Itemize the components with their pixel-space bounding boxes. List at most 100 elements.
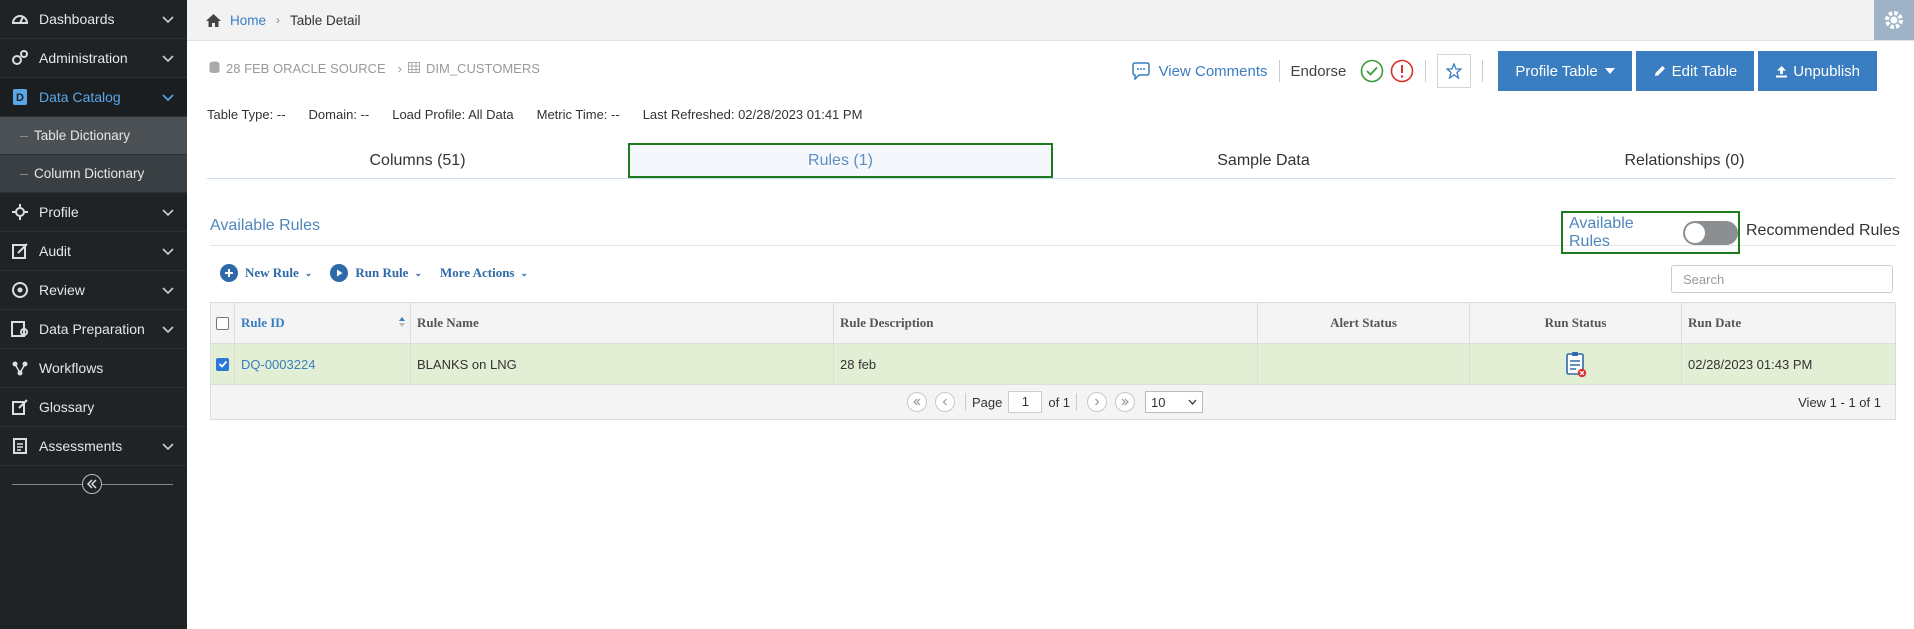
- sidebar-item-audit[interactable]: Audit: [0, 232, 187, 271]
- page-total: of 1: [1048, 394, 1071, 410]
- row-select-cell: [211, 344, 235, 384]
- chevron-down-icon: ⌄: [414, 267, 422, 278]
- action-bar: View Comments Endorse Profile Table Edit…: [1131, 51, 1877, 91]
- rules-toggle-switch[interactable]: [1683, 220, 1738, 245]
- page-size-select[interactable]: 10: [1145, 391, 1204, 413]
- cell-alert-status: [1258, 344, 1470, 384]
- edit-table-button[interactable]: Edit Table: [1635, 51, 1755, 91]
- chevron-down-icon: [1188, 399, 1197, 405]
- meta-domain: Domain: --: [308, 107, 370, 122]
- comment-icon: [1131, 62, 1150, 80]
- view-count: View 1 - 1 of 1: [1798, 395, 1881, 410]
- more-actions-button[interactable]: More Actions ⌄: [440, 265, 528, 281]
- rule-id-link[interactable]: DQ-0003224: [241, 357, 315, 372]
- svg-text:D: D: [16, 92, 24, 104]
- pencil-icon: [1654, 66, 1665, 76]
- sidebar-item-data-catalog[interactable]: D Data Catalog: [0, 78, 187, 117]
- column-header-rule-name[interactable]: Rule Name: [411, 303, 834, 343]
- check-icon: [218, 360, 227, 368]
- column-header-run-date[interactable]: Run Date: [1682, 303, 1895, 343]
- column-header-rule-id[interactable]: Rule ID: [235, 303, 411, 343]
- first-page-button[interactable]: [906, 392, 927, 412]
- toggle-label-available: Available Rules: [1569, 214, 1634, 250]
- new-rule-label: New Rule: [245, 265, 299, 280]
- select-all-cell: [211, 303, 235, 343]
- new-rule-button[interactable]: New Rule ⌄: [220, 264, 312, 282]
- main-content: 28 FEB ORACLE SOURCE › DIM_CUSTOMERS Vie…: [187, 41, 1914, 629]
- tab-columns[interactable]: Columns (51): [207, 143, 628, 178]
- upload-icon: [1776, 65, 1788, 77]
- rules-grid: Rule ID Rule Name Rule Description Alert…: [210, 302, 1896, 420]
- sidebar-item-label: Assessments: [39, 438, 123, 454]
- profile-table-button[interactable]: Profile Table: [1498, 51, 1632, 91]
- divider: [1278, 60, 1280, 82]
- sidebar-item-label: Workflows: [39, 360, 104, 376]
- last-page-button[interactable]: [1115, 392, 1136, 412]
- column-header-alert-status[interactable]: Alert Status: [1258, 303, 1470, 343]
- gears-icon: [10, 48, 30, 68]
- sidebar-item-label: Review: [39, 282, 85, 298]
- favorite-button[interactable]: [1437, 54, 1472, 88]
- sidebar-item-review[interactable]: Review: [0, 271, 187, 310]
- tab-rules[interactable]: Rules (1): [628, 143, 1053, 178]
- collapse-sidebar-button[interactable]: [82, 474, 102, 494]
- column-header-rule-description[interactable]: Rule Description: [834, 303, 1258, 343]
- meta-table-type: Table Type: --: [207, 107, 286, 122]
- cell-rule-description: 28 feb: [834, 344, 1258, 384]
- sidebar-item-dashboards[interactable]: Dashboards: [0, 0, 187, 39]
- prev-page-button[interactable]: [934, 392, 955, 412]
- search-input[interactable]: [1671, 265, 1893, 293]
- endorse-warning-icon[interactable]: [1390, 59, 1414, 83]
- sidebar-item-profile[interactable]: Profile: [0, 193, 187, 232]
- sidebar-item-assessments[interactable]: Assessments: [0, 427, 187, 466]
- endorse-approve-icon[interactable]: [1360, 59, 1384, 83]
- caret-down-icon: [1604, 68, 1615, 74]
- assessment-icon: [10, 436, 30, 456]
- select-all-checkbox[interactable]: [216, 316, 229, 330]
- chevron-right-icon: [1095, 398, 1100, 406]
- breadcrumb-separator-icon: ›: [276, 13, 281, 27]
- chevron-down-icon: [162, 248, 174, 256]
- meta-last-refreshed: Last Refreshed: 02/28/2023 01:41 PM: [642, 107, 863, 122]
- chevron-down-icon: [162, 443, 174, 451]
- home-icon[interactable]: [205, 13, 222, 28]
- chevron-down-icon: [162, 209, 174, 217]
- data-prep-icon: [10, 319, 30, 339]
- run-rule-button[interactable]: Run Rule ⌄: [330, 264, 422, 282]
- table-name: DIM_CUSTOMERS: [426, 61, 540, 76]
- column-header-label: Rule ID: [241, 315, 285, 330]
- unpublish-button[interactable]: Unpublish: [1758, 51, 1877, 91]
- table-row[interactable]: DQ-0003224 BLANKS on LNG 28 feb 02/28/20…: [211, 344, 1895, 385]
- sidebar-item-administration[interactable]: Administration: [0, 39, 187, 78]
- workflow-icon: [10, 358, 30, 378]
- run-failed-icon[interactable]: [1564, 350, 1588, 378]
- audit-icon: [10, 241, 30, 261]
- view-comments-label: View Comments: [1158, 62, 1268, 80]
- chevron-left-icon: [942, 398, 947, 406]
- row-checkbox[interactable]: [216, 357, 229, 371]
- sidebar-item-data-preparation[interactable]: Data Preparation: [0, 310, 187, 349]
- top-bar: Home › Table Detail: [187, 0, 1914, 41]
- sidebar-collapse-row: [0, 466, 187, 502]
- breadcrumb-home-link[interactable]: Home: [230, 13, 266, 28]
- sidebar-item-label: Data Catalog: [39, 89, 121, 105]
- settings-button[interactable]: [1874, 0, 1914, 40]
- tab-relationships[interactable]: Relationships (0): [1474, 143, 1895, 178]
- source-name[interactable]: 28 FEB ORACLE SOURCE: [226, 61, 386, 76]
- page-number-input[interactable]: 1: [1008, 391, 1043, 413]
- tab-sample-data[interactable]: Sample Data: [1053, 143, 1474, 178]
- sidebar-item-workflows[interactable]: Workflows: [0, 349, 187, 388]
- next-page-button[interactable]: [1087, 392, 1108, 412]
- view-comments-link[interactable]: View Comments: [1131, 62, 1268, 80]
- more-actions-label: More Actions: [440, 265, 515, 280]
- rules-toolbar: New Rule ⌄ Run Rule ⌄ More Actions ⌄: [220, 264, 546, 282]
- chevron-down-icon: ⌄: [304, 267, 313, 278]
- sidebar-subitem-column-dictionary[interactable]: Column Dictionary: [0, 155, 187, 193]
- chevron-down-icon: [162, 16, 174, 24]
- sidebar-subitem-table-dictionary[interactable]: Table Dictionary: [0, 117, 187, 155]
- toggle-label-recommended: Recommended Rules: [1746, 222, 1900, 239]
- column-header-run-status[interactable]: Run Status: [1470, 303, 1682, 343]
- chevron-down-icon: [162, 94, 174, 102]
- sidebar-item-label: Glossary: [39, 399, 95, 415]
- sidebar-item-glossary[interactable]: Glossary: [0, 388, 187, 427]
